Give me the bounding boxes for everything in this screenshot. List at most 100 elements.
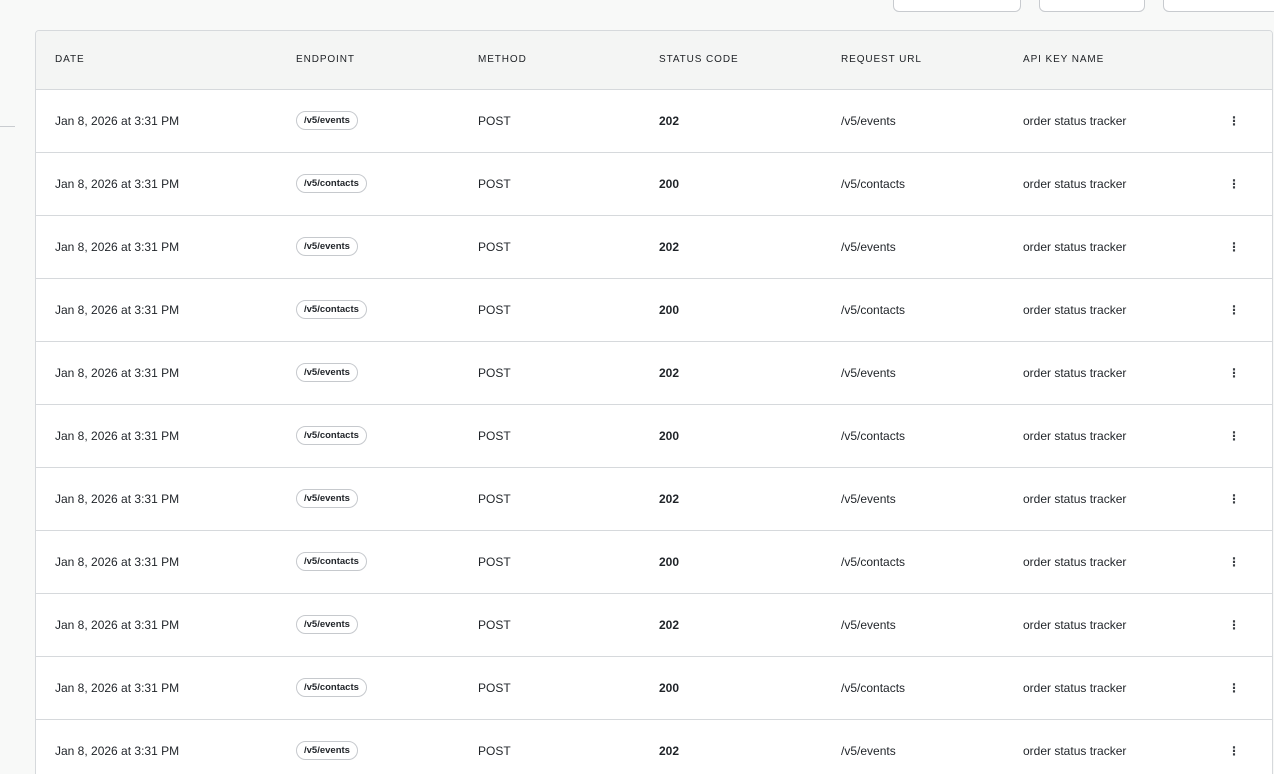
toolbar-button-1[interactable] [893,0,1021,12]
cell-date: Jan 8, 2026 at 3:31 PM [36,592,296,656]
table-row[interactable]: Jan 8, 2026 at 3:31 PM/v5/contacts POST 20… [36,151,1272,215]
cell-status-code: 200 [659,529,841,593]
cell-row-actions: ⋮ [1223,214,1272,278]
header-endpoint[interactable]: ENDPOINT [296,31,478,90]
table-row[interactable]: Jan 8, 2026 at 3:31 PM/v5/events POST 202/… [36,466,1272,530]
cell-row-actions: ⋮ [1223,277,1272,341]
cell-date: Jan 8, 2026 at 3:31 PM [36,655,296,719]
table-row[interactable]: Jan 8, 2026 at 3:31 PM/v5/contacts POST 20… [36,403,1272,467]
kebab-menu-icon[interactable]: ⋮ [1227,493,1241,505]
cell-request-url: /v5/contacts [841,655,1023,719]
table-body: Jan 8, 2026 at 3:31 PM/v5/events POST 202/… [36,89,1272,774]
kebab-menu-icon[interactable]: ⋮ [1227,367,1241,379]
cell-endpoint: /v5/contacts [296,151,478,215]
cell-request-url: /v5/events [841,214,1023,278]
cell-request-url: /v5/events [841,592,1023,656]
table-header-row: DATE ENDPOINT METHOD STATUS CODE REQUEST… [36,31,1272,90]
cell-row-actions: ⋮ [1223,340,1272,404]
cell-api-key-name: order status tracker [1023,214,1223,278]
kebab-menu-icon[interactable]: ⋮ [1227,178,1241,190]
cell-request-url: /v5/events [841,718,1023,774]
cell-date: Jan 8, 2026 at 3:31 PM [36,151,296,215]
cell-endpoint: /v5/contacts [296,529,478,593]
kebab-menu-icon[interactable]: ⋮ [1227,556,1241,568]
cell-api-key-name: order status tracker [1023,592,1223,656]
cell-method: POST [478,529,659,593]
header-date[interactable]: DATE [36,31,296,90]
cell-row-actions: ⋮ [1223,403,1272,467]
cell-api-key-name: order status tracker [1023,113,1127,128]
cell-endpoint: /v5/contacts [296,403,478,467]
cell-request-url: /v5/events [841,113,896,128]
cell-method: POST [478,466,659,530]
endpoint-badge: /v5/contacts [296,300,367,319]
kebab-menu-icon[interactable]: ⋮ [1227,115,1241,127]
cell-request-url: /v5/events [841,466,1023,530]
cell-request-url: /v5/events [841,340,1023,404]
cell-status-code: 202 [659,718,841,774]
table-row[interactable]: Jan 8, 2026 at 3:31 PM/v5/contacts POST 20… [36,655,1272,719]
cell-method: POST [478,277,659,341]
header-status-code[interactable]: STATUS CODE [659,31,841,90]
endpoint-badge: /v5/events [296,615,358,634]
toolbar-button-3[interactable] [1163,0,1274,12]
cell-status-code: 202 [659,592,841,656]
header-api-key-name[interactable]: API KEY NAME [1023,31,1223,90]
kebab-menu-icon[interactable]: ⋮ [1227,682,1241,694]
cell-status-code: 202 [659,466,841,530]
endpoint-badge: /v5/events [296,111,358,130]
table-row[interactable]: Jan 8, 2026 at 3:31 PM/v5/events POST 202/… [36,340,1272,404]
cell-endpoint: /v5/events [296,340,478,404]
cell-api-key-name: order status tracker [1023,277,1223,341]
header-method[interactable]: METHOD [478,31,659,90]
cell-method: POST [478,403,659,467]
kebab-menu-icon[interactable]: ⋮ [1227,745,1241,757]
cell-status-code: 202 [659,214,841,278]
cell-api-key-name: order status tracker [1023,529,1223,593]
cell-request-url: /v5/contacts [841,529,1023,593]
table-row[interactable]: Jan 8, 2026 at 3:31 PM/v5/contacts POST 20… [36,277,1272,341]
cell-request-url: /v5/contacts [841,403,1023,467]
kebab-menu-icon[interactable]: ⋮ [1227,241,1241,253]
kebab-menu-icon[interactable]: ⋮ [1227,304,1241,316]
cell-endpoint: /v5/events [296,89,478,152]
endpoint-badge: /v5/contacts [296,426,367,445]
cell-status-code: 202 [659,340,841,404]
cell-endpoint: /v5/contacts [296,655,478,719]
cell-method: POST [478,592,659,656]
cell-api-key-name: order status tracker [1023,403,1223,467]
header-request-url[interactable]: REQUEST URL [841,31,1023,90]
cell-date: Jan 8, 2026 at 3:31 PM [36,529,296,593]
cell-date: Jan 8, 2026 at 3:31 PM [36,466,296,530]
cell-row-actions: ⋮ [1223,151,1272,215]
cell-api-key-name: order status tracker [1023,718,1223,774]
cell-api-key-name: order status tracker [1023,151,1223,215]
cell-method: POST [478,340,659,404]
table-row[interactable]: Jan 8, 2026 at 3:31 PM/v5/events POST 202/… [36,718,1272,774]
sidebar-divider [0,126,15,127]
cell-endpoint: /v5/events [296,466,478,530]
endpoint-badge: /v5/events [296,237,358,256]
page: DATE ENDPOINT METHOD STATUS CODE REQUEST… [0,0,1274,774]
api-logs-table-container: DATE ENDPOINT METHOD STATUS CODE REQUEST… [35,30,1273,774]
cell-method: POST [478,151,659,215]
kebab-menu-icon[interactable]: ⋮ [1227,430,1241,442]
endpoint-badge: /v5/contacts [296,174,367,193]
cell-date: Jan 8, 2026 at 3:31 PM [55,113,180,128]
endpoint-badge: /v5/events [296,363,358,382]
toolbar-button-2[interactable] [1039,0,1145,12]
endpoint-badge: /v5/contacts [296,678,367,697]
endpoint-badge: /v5/contacts [296,552,367,571]
kebab-menu-icon[interactable]: ⋮ [1227,619,1241,631]
cell-endpoint: /v5/contacts [296,277,478,341]
cell-endpoint: /v5/events [296,592,478,656]
endpoint-badge: /v5/events [296,741,358,761]
cell-request-url: /v5/contacts [841,151,1023,215]
cell-status-code: 200 [659,655,841,719]
table-row[interactable]: Jan 8, 2026 at 3:31 PM/v5/contacts POST 20… [36,529,1272,593]
cell-date: Jan 8, 2026 at 3:31 PM [36,214,296,278]
table-row[interactable]: Jan 8, 2026 at 3:31 PM/v5/events POST 202/… [36,89,1272,152]
table-row[interactable]: Jan 8, 2026 at 3:31 PM/v5/events POST 202/… [36,214,1272,278]
cell-status-code: 200 [659,403,841,467]
table-row[interactable]: Jan 8, 2026 at 3:31 PM/v5/events POST 202/… [36,592,1272,656]
